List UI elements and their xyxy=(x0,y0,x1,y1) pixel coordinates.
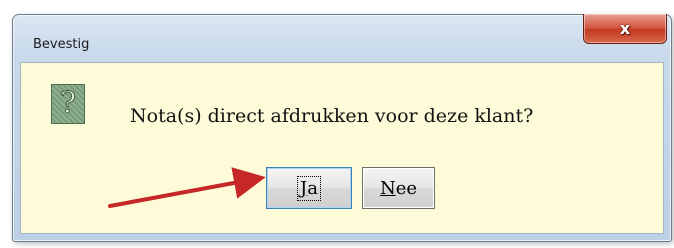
question-mark-glyph: ? xyxy=(59,86,77,121)
yes-label-rest: a xyxy=(307,177,318,199)
close-button[interactable]: x xyxy=(583,14,667,44)
dialog-message: Nota(s) direct afdrukken voor deze klant… xyxy=(130,105,534,127)
no-button[interactable]: Nee xyxy=(362,167,435,209)
no-mnemonic: N xyxy=(379,177,396,199)
yes-button[interactable]: Ja xyxy=(266,167,352,209)
no-button-label: Nee xyxy=(380,178,417,199)
close-icon: x xyxy=(619,18,631,38)
no-label-rest: ee xyxy=(395,177,418,199)
yes-button-label: Ja xyxy=(297,175,321,201)
dialog-body: ? Nota(s) direct afdrukken voor deze kla… xyxy=(20,62,664,234)
confirm-dialog-window: Bevestig x ? Nota(s) direct afdrukken vo… xyxy=(12,14,672,242)
title-bar[interactable]: Bevestig x xyxy=(13,14,671,55)
window-title: Bevestig xyxy=(33,37,90,52)
question-icon: ? xyxy=(51,84,85,124)
